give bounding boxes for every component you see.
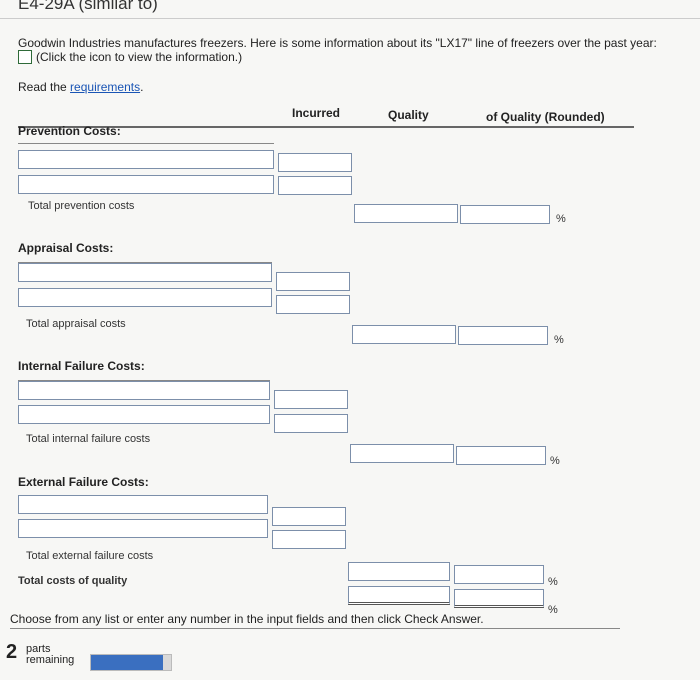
percent-label-appraisal: % [554, 334, 564, 346]
total-quality-label: Total costs of quality [18, 575, 128, 587]
appraisal-item-1-amount[interactable] [276, 272, 350, 291]
external-item-1-amount[interactable] [272, 507, 346, 526]
instructions-footer: Choose from any list or enter any number… [10, 612, 484, 626]
section-title-prevention: Prevention Costs: [18, 124, 121, 138]
col-header-incurred: Incurred [292, 106, 341, 120]
external-item-2-amount[interactable] [272, 530, 346, 549]
internal-item-1-amount[interactable] [274, 390, 348, 409]
appraisal-item-2-name[interactable] [18, 288, 272, 307]
appraisal-item-1-name[interactable] [18, 263, 272, 282]
exercise-title: E4-29A (similar to) [18, 0, 158, 13]
total-prevention-incurred[interactable] [354, 204, 458, 223]
percent-label-total: % [548, 604, 558, 616]
total-internal-percent[interactable] [456, 446, 546, 465]
total-quality-percent[interactable] [454, 589, 544, 608]
total-internal-incurred[interactable] [350, 444, 454, 463]
section-title-internal: Internal Failure Costs: [18, 359, 145, 373]
col-header-rounded: of Quality (Rounded) [486, 110, 605, 124]
title-divider [0, 18, 700, 19]
total-prevention-label: Total prevention costs [28, 200, 135, 212]
total-external-label: Total external failure costs [26, 550, 154, 562]
parts-progress-fill [91, 655, 163, 670]
prevention-item-1-name[interactable] [18, 150, 274, 169]
info-link-row[interactable]: (Click the icon to view the information.… [18, 50, 242, 64]
parts-label-line2: remaining [26, 654, 75, 666]
appraisal-item-2-amount[interactable] [276, 295, 350, 314]
problem-intro: Goodwin Industries manufactures freezers… [18, 36, 657, 50]
read-suffix: . [140, 80, 144, 94]
prevention-item-1-amount[interactable] [278, 153, 352, 172]
total-external-incurred[interactable] [348, 562, 450, 581]
total-appraisal-incurred[interactable] [352, 325, 456, 344]
read-prefix: Read the [18, 80, 71, 94]
footer-divider [10, 628, 620, 629]
requirements-link[interactable]: requirements [70, 80, 140, 94]
section-rule-prevention [18, 143, 274, 144]
parts-remaining-count: 2 [6, 641, 18, 663]
total-internal-label: Total internal failure costs [26, 433, 151, 445]
internal-item-2-name[interactable] [18, 405, 270, 424]
prevention-item-2-amount[interactable] [278, 176, 352, 195]
data-table-icon[interactable] [18, 50, 32, 64]
parts-remaining-label: parts remaining [26, 644, 74, 666]
total-prevention-percent[interactable] [460, 205, 550, 224]
percent-label-prevention: % [556, 213, 566, 225]
section-title-external: External Failure Costs: [18, 475, 149, 489]
section-title-appraisal: Appraisal Costs: [18, 241, 114, 255]
parts-progress-bar [90, 654, 172, 671]
external-item-1-name[interactable] [18, 495, 268, 514]
external-item-2-name[interactable] [18, 519, 268, 538]
prevention-item-2-name[interactable] [18, 175, 274, 194]
click-icon-text: (Click the icon to view the information.… [36, 50, 243, 64]
percent-label-internal: % [550, 455, 560, 467]
total-quality-incurred[interactable] [348, 586, 450, 605]
read-requirements: Read the requirements. [18, 80, 143, 94]
col-header-quality: Quality [388, 108, 429, 122]
internal-item-2-amount[interactable] [274, 414, 348, 433]
total-external-percent[interactable] [454, 565, 544, 584]
total-appraisal-percent[interactable] [458, 326, 548, 345]
percent-label-external: % [548, 576, 558, 588]
internal-item-1-name[interactable] [18, 381, 270, 400]
total-appraisal-label: Total appraisal costs [26, 318, 126, 330]
